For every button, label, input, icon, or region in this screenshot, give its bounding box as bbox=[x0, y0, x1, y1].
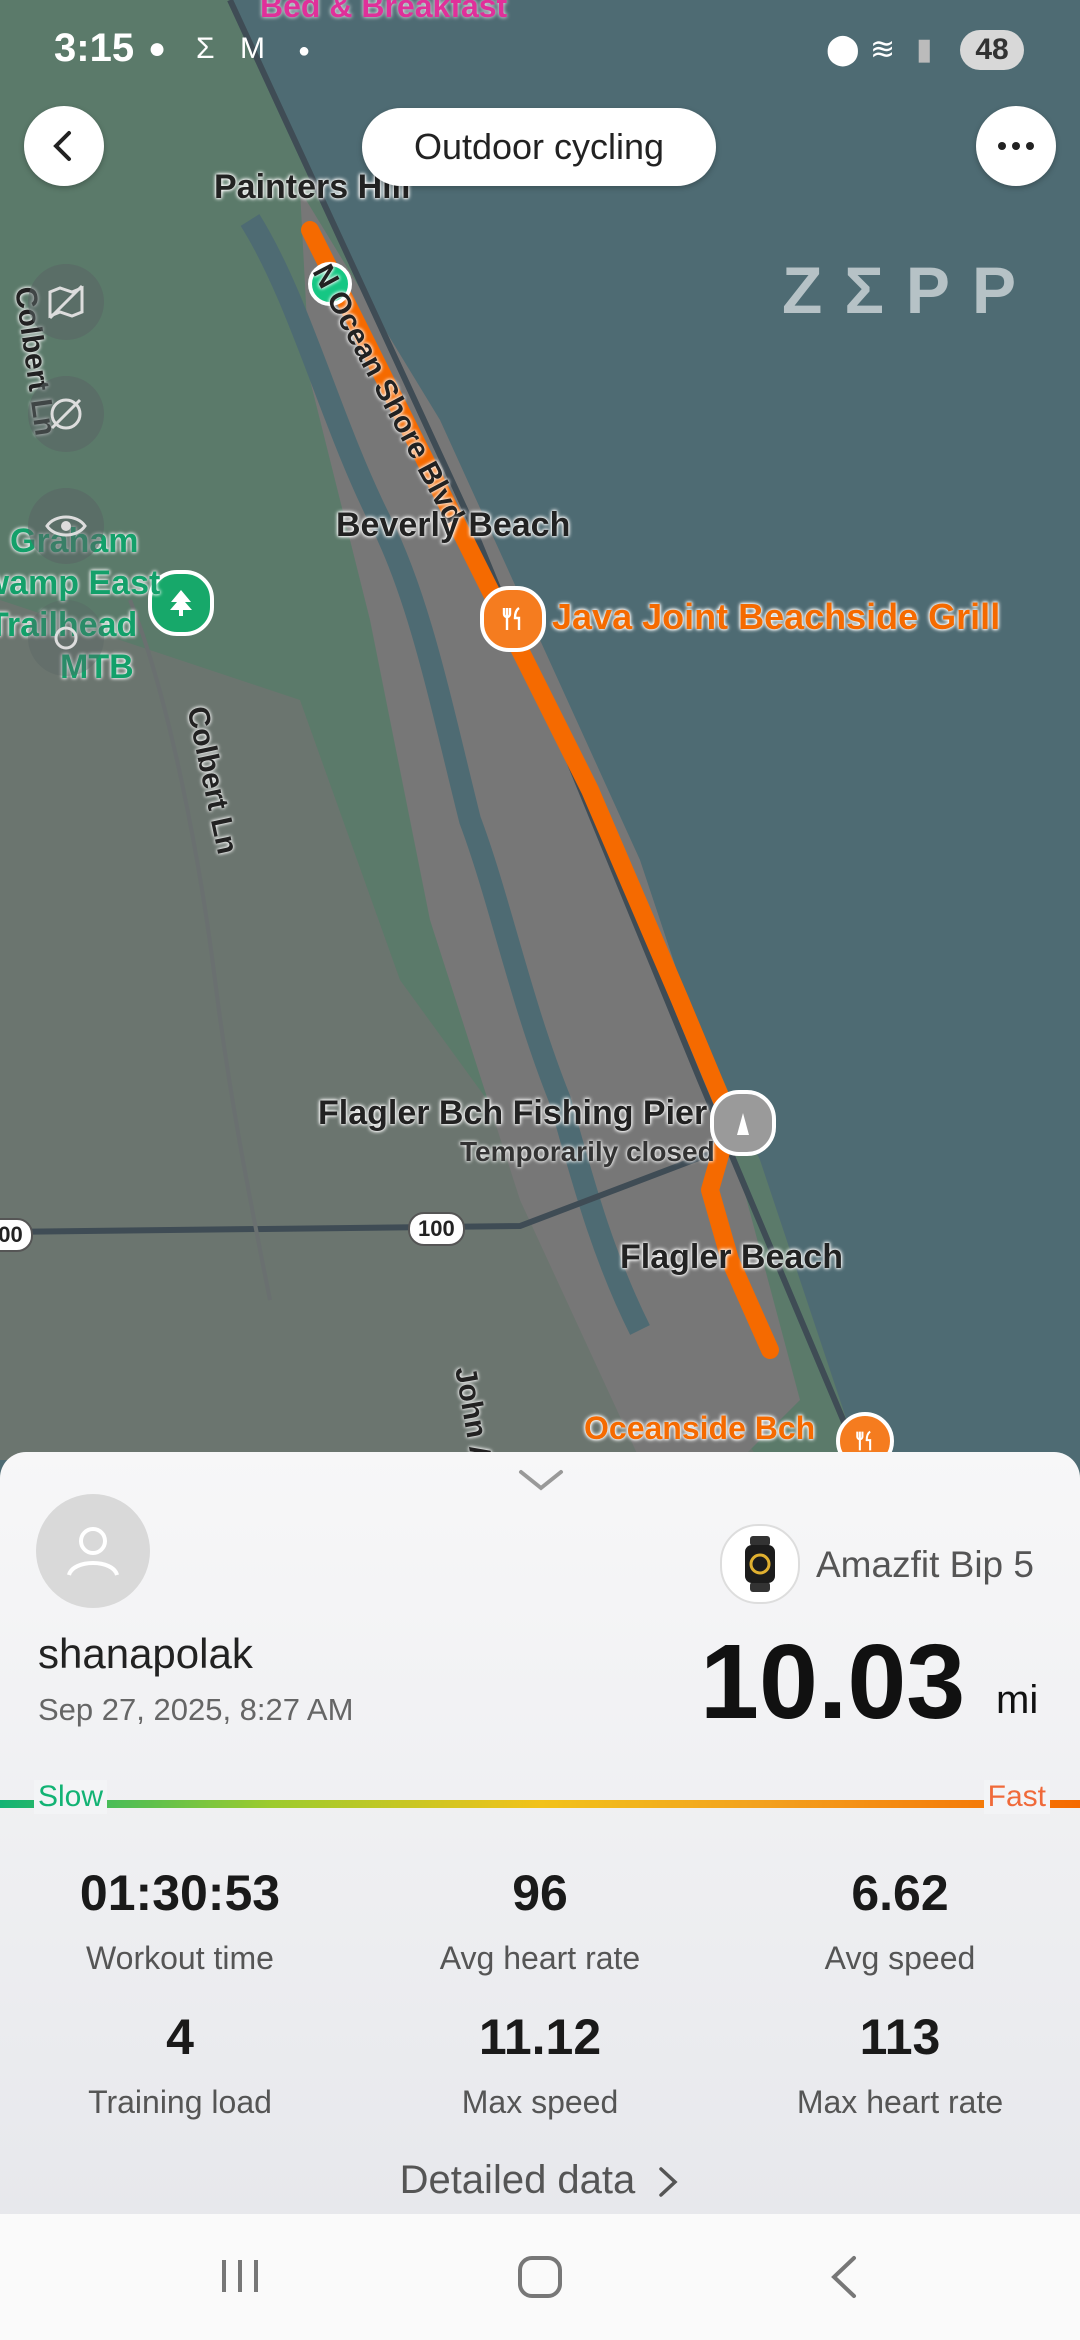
more-notifications-dot: ● bbox=[298, 40, 311, 62]
collapse-chevron-icon[interactable] bbox=[518, 1468, 564, 1492]
stat-value: 96 bbox=[512, 1865, 568, 1921]
map-label-java-joint: Java Joint Beachside Grill bbox=[552, 596, 1001, 637]
stat-label: Max heart rate bbox=[796, 2084, 1004, 2120]
more-options-button[interactable] bbox=[976, 106, 1056, 186]
route-map[interactable] bbox=[0, 0, 1080, 1460]
cookie-app-icon: ● bbox=[148, 32, 167, 65]
sigma-app-icon: Σ bbox=[196, 32, 215, 65]
stat-training-load: 4 Training load bbox=[0, 2008, 360, 2121]
recent-apps-icon[interactable] bbox=[218, 2256, 262, 2296]
avatar[interactable] bbox=[36, 1494, 150, 1608]
stat-max-speed: 11.12 Max speed bbox=[360, 2008, 720, 2121]
chevron-left-icon bbox=[53, 131, 71, 161]
device-name: Amazfit Bip 5 bbox=[816, 1544, 1034, 1585]
restaurant-pin[interactable] bbox=[480, 586, 546, 652]
route-100-shield: 100 bbox=[408, 1212, 465, 1246]
fast-label: Fast bbox=[983, 1780, 1050, 1814]
map-label-temporarily-closed: Temporarily closed bbox=[460, 1136, 715, 1167]
map-label-oceanside: Oceanside Bch bbox=[584, 1410, 816, 1446]
watch-graphic bbox=[745, 1536, 775, 1592]
stat-avg-speed: 6.62 Avg speed bbox=[720, 1864, 1080, 1977]
stat-label: Avg heart rate bbox=[439, 1940, 641, 1976]
speed-gradient-bar bbox=[0, 1800, 1080, 1808]
map-recenter-button[interactable] bbox=[28, 600, 104, 676]
stat-label: Max speed bbox=[461, 2084, 619, 2120]
watch-icon bbox=[720, 1524, 800, 1604]
locate-icon bbox=[54, 626, 78, 650]
stat-value: 11.12 bbox=[478, 2009, 602, 2065]
stat-workout-time: 01:30:53 Workout time bbox=[0, 1864, 360, 1977]
detailed-data-link[interactable]: Detailed data bbox=[0, 2158, 1080, 2203]
map-label-beverly-beach: Beverly Beach bbox=[336, 506, 571, 544]
back-nav-icon[interactable] bbox=[826, 2254, 860, 2300]
user-icon bbox=[67, 1527, 119, 1576]
home-icon[interactable] bbox=[516, 2254, 564, 2300]
distance-value: 10.03 bbox=[700, 1623, 966, 1741]
landmark-pin[interactable] bbox=[710, 1090, 776, 1156]
detailed-data-label: Detailed data bbox=[399, 2158, 636, 2202]
gmail-icon: M bbox=[240, 32, 265, 65]
status-time: 3:15 bbox=[54, 26, 135, 70]
stat-value: 01:30:53 bbox=[79, 1865, 281, 1921]
stat-label: Avg speed bbox=[824, 1940, 976, 1976]
stat-label: Training load bbox=[88, 2084, 272, 2120]
stat-value: 6.62 bbox=[851, 1865, 949, 1921]
stat-avg-heart-rate: 96 Avg heart rate bbox=[360, 1864, 720, 1977]
route-100-shield-left: 100 bbox=[0, 1218, 33, 1252]
map-3d-toggle[interactable] bbox=[28, 376, 104, 452]
globe-off-icon bbox=[50, 398, 82, 430]
system-nav-bar bbox=[0, 2214, 1080, 2340]
username: shanapolak bbox=[38, 1630, 253, 1677]
wifi-icon: ≋ bbox=[870, 33, 896, 66]
stat-max-heart-rate: 113 Max heart rate bbox=[720, 2008, 1080, 2121]
fork-knife-icon bbox=[856, 1430, 872, 1451]
tree-icon bbox=[170, 590, 192, 616]
slow-label: Slow bbox=[34, 1780, 108, 1814]
signal-icon: ▮ bbox=[916, 33, 933, 66]
chevron-right-icon bbox=[659, 2167, 678, 2198]
eye-icon bbox=[45, 515, 87, 537]
status-bar: 3:15 ● Σ M ● ⬤ ≋ ▮ 48 bbox=[0, 0, 1080, 100]
map-style-button[interactable] bbox=[28, 264, 104, 340]
map-label-fishing-pier: Flagler Bch Fishing Pier bbox=[318, 1094, 708, 1132]
workout-summary-sheet: shanapolak Sep 27, 2025, 8:27 AM Amazfit… bbox=[0, 1452, 1080, 2214]
map-visibility-toggle[interactable] bbox=[28, 488, 104, 564]
stat-label: Workout time bbox=[86, 1940, 274, 1976]
stat-value: 113 bbox=[859, 2009, 941, 2065]
zepp-logo: ZΣPP bbox=[782, 253, 1038, 327]
landmark-icon bbox=[737, 1113, 749, 1135]
back-button[interactable] bbox=[24, 106, 104, 186]
map-label-graham-2: Swamp East bbox=[0, 564, 161, 602]
map-layers-icon bbox=[48, 284, 84, 320]
map-label-flagler-beach: Flagler Beach bbox=[620, 1238, 843, 1276]
distance-unit: mi bbox=[996, 1678, 1039, 1722]
page-title: Outdoor cycling bbox=[362, 108, 716, 186]
fork-knife-icon bbox=[502, 607, 521, 630]
stat-value: 4 bbox=[166, 2009, 194, 2065]
battery-indicator: 48 bbox=[960, 30, 1024, 70]
more-dots-icon bbox=[998, 142, 1034, 150]
location-icon: ⬤ bbox=[826, 33, 860, 66]
workout-datetime: Sep 27, 2025, 8:27 AM bbox=[38, 1692, 354, 1727]
